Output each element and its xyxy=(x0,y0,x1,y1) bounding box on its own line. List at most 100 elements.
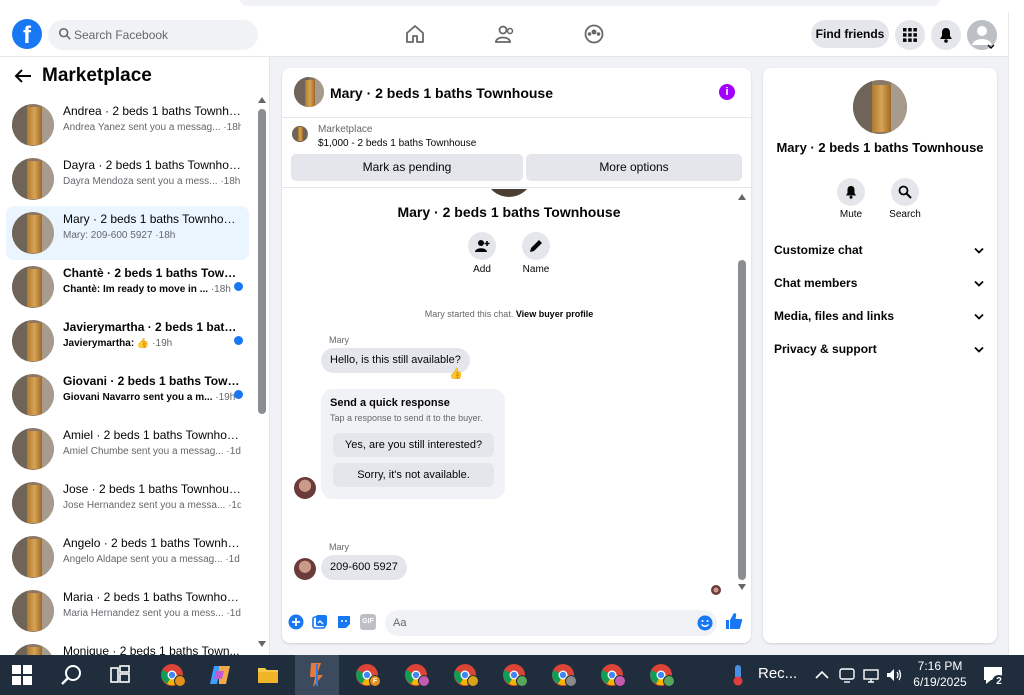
conversation-time: ·1d xyxy=(228,500,241,511)
conversation-thumbnail xyxy=(12,482,54,524)
conversation-time: ·18h xyxy=(155,230,176,241)
mute-button[interactable] xyxy=(837,178,865,206)
clock-date: 6/19/2025 xyxy=(913,675,967,689)
sidebar-scroll-thumb[interactable] xyxy=(258,109,266,414)
chat-members-row[interactable]: Chat members xyxy=(774,276,986,296)
listing-thumbnail[interactable] xyxy=(294,77,324,107)
conversation-name: Maria · 2 beds 1 baths Townhou... xyxy=(63,590,241,604)
chat-title[interactable]: Mary · 2 beds 1 baths Townhouse xyxy=(330,85,553,101)
scroll-down-icon[interactable] xyxy=(258,641,266,647)
search-icon xyxy=(58,27,71,40)
taskbar-app-label[interactable]: Rec... xyxy=(758,665,797,682)
quick-response-sorry[interactable]: Sorry, it's not available. xyxy=(333,463,494,487)
find-friends-button[interactable]: Find friends xyxy=(811,20,889,48)
privacy-support-row[interactable]: Privacy & support xyxy=(774,342,986,362)
buyer-avatar[interactable] xyxy=(294,558,316,580)
conversation-item[interactable]: Maria · 2 beds 1 baths Townhou... Maria H… xyxy=(6,584,249,638)
like-icon[interactable] xyxy=(725,612,743,630)
taskbar-clock[interactable]: 7:16 PM 6/19/2025 xyxy=(905,658,975,690)
search-input[interactable] xyxy=(74,20,254,50)
notifications-button[interactable] xyxy=(931,20,961,50)
chrome-profile-icon[interactable]: F xyxy=(345,655,389,695)
page-scrollbar[interactable] xyxy=(1008,12,1024,655)
listing-small-thumbnail xyxy=(292,126,308,142)
chat-scrollbar[interactable] xyxy=(737,194,747,594)
more-options-button[interactable]: More options xyxy=(526,154,742,181)
facebook-logo[interactable]: f xyxy=(12,19,42,49)
conversation-name: Dayra · 2 beds 1 baths Townhou... xyxy=(63,158,241,172)
chrome-profile-icon[interactable] xyxy=(639,655,683,695)
conversation-title: Mary · 2 beds 1 baths Townhouse xyxy=(397,204,621,220)
conversation-item[interactable]: Angelo · 2 beds 1 baths Townho... Angelo … xyxy=(6,530,249,584)
search-in-chat-button[interactable] xyxy=(891,178,919,206)
name-label: Name xyxy=(522,264,550,275)
sticker-icon[interactable] xyxy=(336,614,352,630)
conversation-item[interactable]: Amiel · 2 beds 1 baths Townhou... Amiel C… xyxy=(6,422,249,476)
reaction-thumbs-up-icon[interactable]: 👍 xyxy=(449,367,463,380)
chat-scroll-thumb[interactable] xyxy=(738,260,746,580)
home-icon[interactable] xyxy=(404,23,426,45)
message-bubble[interactable]: 209-600 5927 xyxy=(321,555,407,580)
search-icon[interactable] xyxy=(60,663,84,687)
conversation-item[interactable]: Jose · 2 beds 1 baths Townhouse Jose Hern… xyxy=(6,476,249,530)
conversation-preview-text: Amiel Chumbe sent you a messag... xyxy=(63,446,224,457)
chevron-up-icon[interactable] xyxy=(814,667,830,683)
account-avatar[interactable] xyxy=(967,20,997,50)
chrome-icon[interactable] xyxy=(150,655,194,695)
file-explorer-icon[interactable] xyxy=(246,655,290,695)
add-button[interactable] xyxy=(468,232,496,260)
scroll-up-icon[interactable] xyxy=(258,97,266,103)
buyer-avatar[interactable] xyxy=(294,477,316,499)
thermometer-icon[interactable] xyxy=(726,663,750,687)
pinned-app-icon[interactable] xyxy=(295,655,339,695)
friends-icon[interactable] xyxy=(494,23,516,45)
conversation-item[interactable]: Giovani · 2 beds 1 baths Town... Giovani … xyxy=(6,368,249,422)
emoji-icon[interactable] xyxy=(697,615,713,631)
chrome-profile-icon[interactable] xyxy=(541,655,585,695)
back-arrow-icon[interactable] xyxy=(14,68,32,84)
customize-chat-row[interactable]: Customize chat xyxy=(774,243,986,263)
plus-icon[interactable] xyxy=(288,614,304,630)
conversation-preview: Javierymartha: 👍 ·19h xyxy=(63,338,241,349)
message-input-box[interactable] xyxy=(385,610,717,636)
groups-icon[interactable] xyxy=(583,23,605,45)
conversation-thumbnail xyxy=(12,428,54,470)
chrome-profile-icon[interactable] xyxy=(492,655,536,695)
bell-icon xyxy=(846,186,856,199)
sidebar-scrollbar[interactable] xyxy=(257,97,267,653)
photo-icon[interactable] xyxy=(312,614,328,630)
name-button[interactable] xyxy=(522,232,550,260)
conversation-item[interactable]: Andrea · 2 beds 1 baths Townho... Andrea … xyxy=(6,98,249,152)
mark-as-pending-button[interactable]: Mark as pending xyxy=(291,154,523,181)
chrome-profile-icon[interactable] xyxy=(394,655,438,695)
scroll-down-icon[interactable] xyxy=(738,584,746,590)
info-icon[interactable]: i xyxy=(719,84,735,100)
meet-now-icon[interactable] xyxy=(838,666,856,684)
scroll-up-icon[interactable] xyxy=(738,194,746,200)
profile-icon xyxy=(967,20,997,50)
network-icon[interactable] xyxy=(862,666,880,684)
details-listing-photo[interactable] xyxy=(853,80,907,134)
windows-start-icon[interactable] xyxy=(12,665,32,685)
search-box[interactable] xyxy=(48,20,258,50)
conversation-item[interactable]: Dayra · 2 beds 1 baths Townhou... Dayra M… xyxy=(6,152,249,206)
gif-button[interactable]: GIF xyxy=(360,614,376,630)
conversation-item[interactable]: Mary · 2 beds 1 baths Townhouse Mary: 209… xyxy=(6,206,249,260)
conversation-item[interactable]: Monique · 2 beds 1 baths Town... xyxy=(6,638,249,655)
view-buyer-profile-link[interactable]: View buyer profile xyxy=(516,309,593,319)
quick-response-yes[interactable]: Yes, are you still interested? xyxy=(333,433,494,457)
message-input[interactable] xyxy=(393,610,693,636)
volume-icon[interactable] xyxy=(885,666,903,684)
conversation-name: Mary · 2 beds 1 baths Townhouse xyxy=(63,212,241,226)
conversation-item[interactable]: Javierymartha · 2 beds 1 bath... Javierym… xyxy=(6,314,249,368)
media-files-links-row[interactable]: Media, files and links xyxy=(774,309,986,329)
chrome-profile-icon[interactable] xyxy=(443,655,487,695)
chrome-profile-icon[interactable] xyxy=(590,655,634,695)
conversation-item[interactable]: Chantè · 2 beds 1 baths Town... Chantè: I… xyxy=(6,260,249,314)
task-view-icon[interactable] xyxy=(108,663,132,687)
menu-button[interactable] xyxy=(895,20,925,50)
copilot-icon[interactable] xyxy=(198,655,242,695)
message-bubble[interactable]: Hello, is this still available? xyxy=(321,348,470,373)
conversation-preview: Jose Hernandez sent you a messa... ·1d xyxy=(63,500,241,511)
conversation-thumbnail xyxy=(12,212,54,254)
